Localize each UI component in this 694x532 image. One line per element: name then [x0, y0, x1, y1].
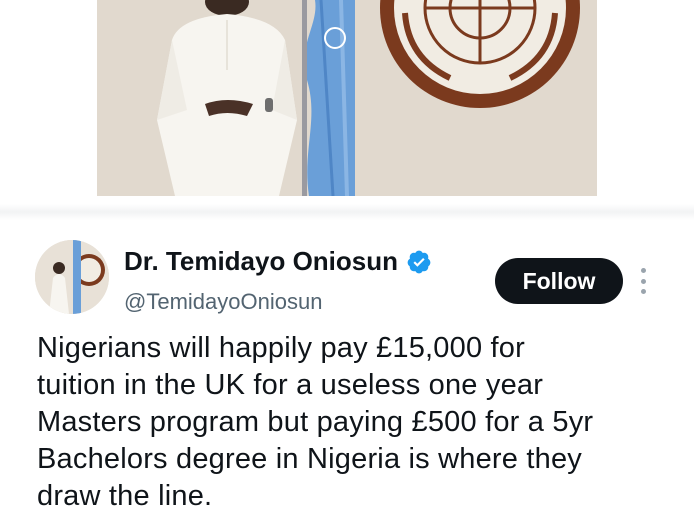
tweet-photo[interactable] — [97, 0, 597, 196]
tweet-card: Dr. Temidayo Oniosun @TemidayoOniosun Fo… — [0, 226, 694, 532]
tweet-text-line: Nigerians will happily pay £15,000 for — [37, 332, 525, 364]
author-name-row: Dr. Temidayo Oniosun — [124, 246, 432, 277]
photo-image — [97, 0, 597, 196]
section-divider — [0, 204, 694, 220]
tweet-text-line: Bachelors degree in Nigeria is where the… — [37, 443, 582, 475]
avatar[interactable] — [35, 240, 109, 314]
tweet-text-line: Masters program but paying £500 for a 5y… — [37, 406, 594, 438]
tweet-text-line: draw the line. — [37, 480, 213, 512]
more-vertical-icon[interactable] — [632, 264, 654, 298]
avatar-image — [35, 240, 109, 314]
tweet-text: Nigerians will happily pay £15,000 for t… — [37, 330, 677, 515]
author-display-name[interactable]: Dr. Temidayo Oniosun — [124, 246, 398, 277]
follow-button[interactable]: Follow — [495, 258, 623, 304]
verified-badge-icon — [406, 249, 432, 275]
author-handle[interactable]: @TemidayoOniosun — [124, 289, 322, 315]
tweet-text-line: tuition in the UK for a useless one year — [37, 369, 544, 401]
